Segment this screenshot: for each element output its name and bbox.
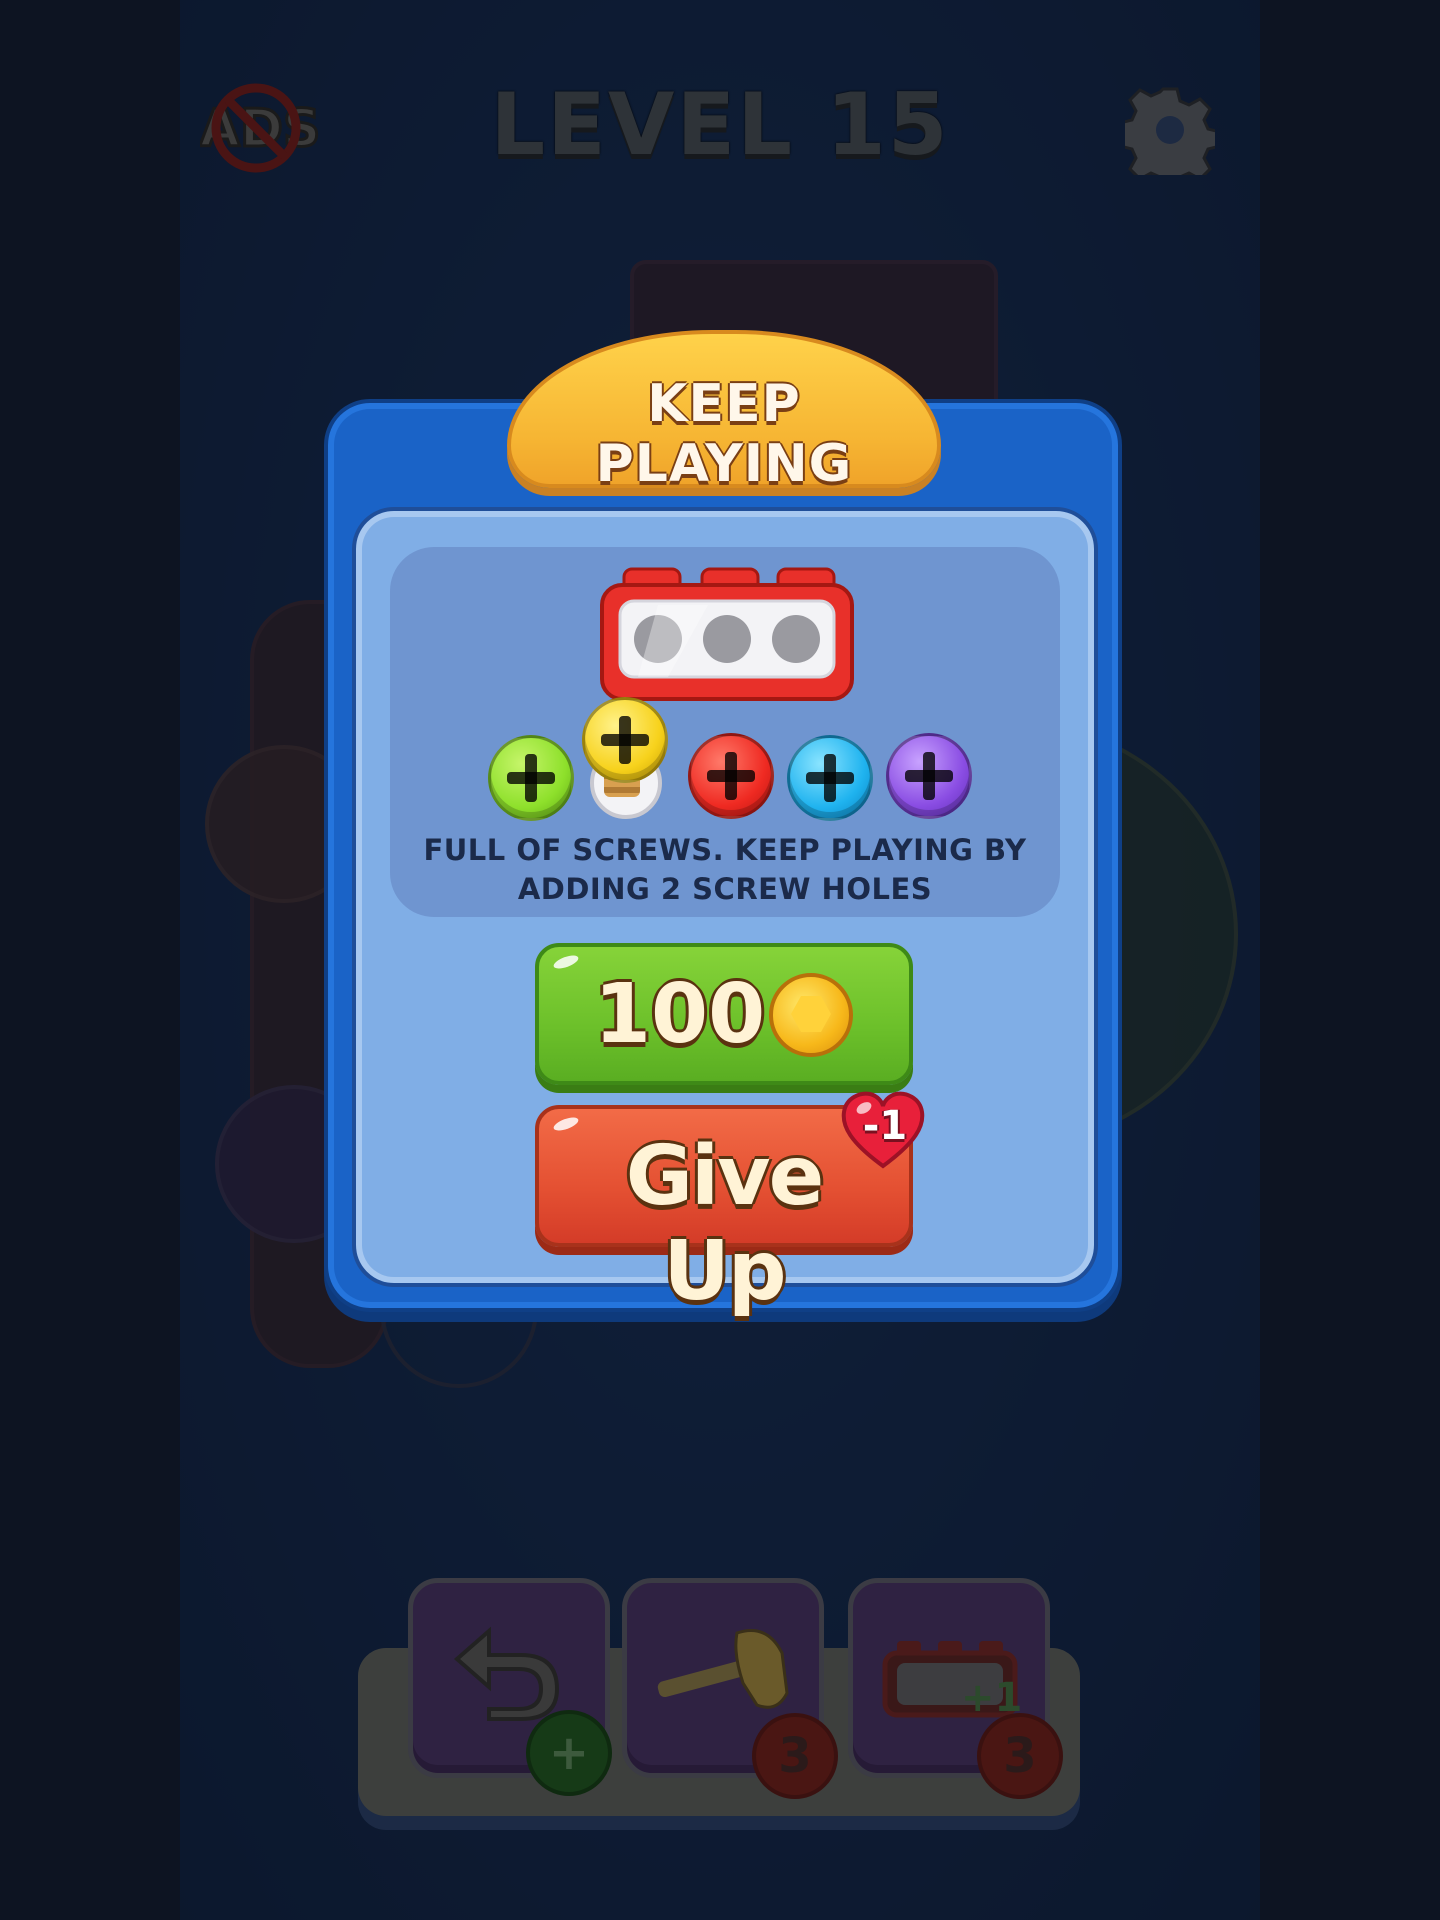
coin-icon xyxy=(769,973,853,1057)
yellow-screw-icon xyxy=(582,697,668,783)
red-screw-icon xyxy=(688,733,774,819)
green-screw-icon xyxy=(488,735,574,821)
dialog-message: FULL OF SCREWS. KEEP PLAYING BY ADDING 2… xyxy=(423,833,1027,906)
info-panel: FULL OF SCREWS. KEEP PLAYING BY ADDING 2… xyxy=(390,547,1060,917)
level-title: LEVEL 15 xyxy=(490,75,950,175)
purple-screw-icon xyxy=(886,733,972,819)
plus-icon: + xyxy=(526,1710,612,1796)
buy-holes-button[interactable]: 100 xyxy=(535,943,913,1085)
hammer-icon xyxy=(657,1629,789,1709)
price-label: 100 xyxy=(594,967,766,1062)
undo-icon xyxy=(453,1626,560,1721)
gear-icon[interactable] xyxy=(1125,85,1215,175)
give-up-label: Give Up xyxy=(625,1129,824,1319)
screw-box-icon xyxy=(600,567,854,701)
left-letterbox xyxy=(0,0,180,1920)
hammer-count-badge: 3 xyxy=(752,1713,838,1799)
dialog-title: KEEP PLAYING xyxy=(595,374,853,494)
blue-screw-icon xyxy=(787,735,873,821)
button-shine xyxy=(552,1114,580,1134)
extra-box-count-badge: 3 xyxy=(977,1713,1063,1799)
heart-penalty-label: -1 xyxy=(862,1103,908,1149)
button-shine xyxy=(552,952,580,972)
right-letterbox xyxy=(1260,0,1440,1920)
